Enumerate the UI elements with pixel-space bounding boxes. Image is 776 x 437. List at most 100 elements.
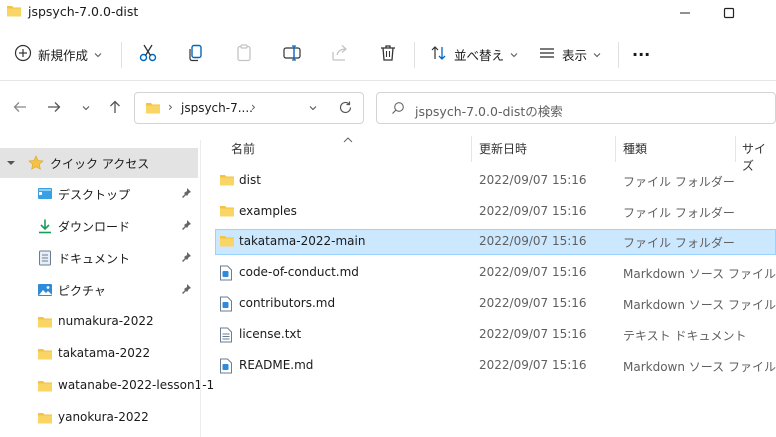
refresh-icon[interactable]	[338, 100, 353, 118]
file-date: 2022/09/07 15:16	[479, 234, 587, 248]
table-row[interactable]: takatama-2022-main 2022/09/07 15:16 ファイル…	[215, 229, 776, 255]
table-row[interactable]: license.txt 2022/09/07 15:16 テキスト ドキュメント	[215, 322, 776, 348]
chevron-down-icon	[510, 47, 518, 61]
table-row[interactable]: README.md 2022/09/07 15:16 Markdown ソース …	[215, 353, 776, 379]
chevron-down-icon[interactable]	[6, 157, 16, 171]
file-type: ファイル フォルダー	[623, 236, 735, 250]
table-row[interactable]: examples 2022/09/07 15:16 ファイル フォルダー	[215, 199, 776, 225]
sidebar-item-label: デスクトップ	[58, 188, 131, 202]
cut-button[interactable]	[138, 38, 158, 70]
folder-icon	[219, 173, 235, 190]
search-box[interactable]: jspsych-7.0.0-distの検索	[376, 92, 776, 124]
sidebar-item-folder[interactable]: watanabe-2022-lesson1-1	[0, 371, 214, 401]
folder-icon	[219, 234, 235, 251]
column-header-date[interactable]: 更新日時	[479, 140, 527, 157]
arrow-up-icon	[107, 99, 123, 118]
share-button[interactable]	[330, 38, 350, 70]
recent-locations-button[interactable]	[74, 96, 98, 120]
back-button[interactable]	[8, 96, 32, 120]
column-header-name[interactable]: 名前	[231, 140, 255, 157]
sidebar-item-folder[interactable]: takatama-2022	[0, 339, 198, 369]
arrow-left-icon	[12, 99, 28, 118]
table-row[interactable]: code-of-conduct.md 2022/09/07 15:16 Mark…	[215, 260, 776, 286]
column-separator[interactable]	[471, 136, 472, 162]
more-options-button[interactable]: ···	[632, 38, 650, 70]
arrow-right-icon	[46, 99, 62, 118]
chevron-down-icon	[94, 47, 102, 61]
up-button[interactable]	[103, 96, 127, 120]
markdown-file-icon	[219, 296, 233, 315]
file-date: 2022/09/07 15:16	[479, 265, 587, 279]
pin-icon[interactable]	[180, 187, 192, 202]
sidebar-item-label: クイック アクセス	[50, 157, 150, 171]
share-icon	[330, 43, 350, 66]
delete-button[interactable]	[378, 38, 398, 70]
sidebar-item-quick-access[interactable]: クイック アクセス	[0, 148, 198, 178]
sidebar-item-label: watanabe-2022-lesson1-1	[58, 378, 215, 392]
rename-icon	[282, 43, 302, 66]
breadcrumb-folder[interactable]: jspsych-7....	[181, 101, 253, 115]
file-type: テキスト ドキュメント	[623, 329, 747, 343]
picture-icon	[37, 282, 53, 301]
toolbar-divider	[0, 80, 776, 81]
sort-icon	[430, 44, 448, 65]
paste-button[interactable]	[234, 38, 254, 70]
title-bar: jspsych-7.0.0-dist	[0, 0, 776, 26]
column-header-type[interactable]: 種類	[623, 140, 647, 157]
scissors-icon	[138, 43, 158, 66]
toolbar-separator	[618, 42, 619, 68]
download-icon	[37, 218, 53, 237]
sidebar-item-documents[interactable]: ドキュメント	[0, 243, 198, 273]
sidebar-item-folder[interactable]: numakura-2022	[0, 307, 198, 337]
pin-icon[interactable]	[180, 251, 192, 266]
forward-button[interactable]	[42, 96, 66, 120]
file-date: 2022/09/07 15:16	[479, 204, 587, 218]
address-bar[interactable]: › jspsych-7.... ›	[134, 92, 364, 124]
sidebar-item-label: numakura-2022	[58, 314, 154, 328]
view-label: 表示	[562, 47, 588, 63]
view-button[interactable]: 表示	[538, 38, 601, 70]
sidebar-item-pictures[interactable]: ピクチャ	[0, 275, 198, 305]
plus-circle-icon	[14, 44, 32, 65]
toolbar-separator	[414, 42, 415, 68]
desktop-icon	[37, 186, 53, 205]
table-row[interactable]: dist 2022/09/07 15:16 ファイル フォルダー	[215, 168, 776, 194]
view-list-icon	[538, 44, 556, 65]
more-icon: ···	[632, 44, 651, 64]
chevron-down-icon	[593, 47, 601, 61]
address-history-button[interactable]	[308, 101, 318, 115]
file-name: dist	[239, 173, 261, 187]
sidebar-item-label: yanokura-2022	[58, 410, 149, 424]
file-date: 2022/09/07 15:16	[479, 296, 587, 310]
minimize-button[interactable]	[662, 0, 708, 26]
pin-icon[interactable]	[180, 219, 192, 234]
text-file-icon	[219, 327, 233, 346]
file-name: takatama-2022-main	[239, 234, 366, 248]
table-row[interactable]: contributors.md 2022/09/07 15:16 Markdow…	[215, 291, 776, 317]
toolbar-separator	[121, 42, 122, 68]
sort-button[interactable]: 並べ替え	[430, 38, 518, 70]
sidebar-item-folder[interactable]: yanokura-2022	[0, 403, 198, 433]
new-button[interactable]: 新規作成	[14, 38, 102, 70]
star-icon	[28, 155, 44, 174]
rename-button[interactable]	[282, 38, 302, 70]
file-name: contributors.md	[239, 296, 336, 310]
sidebar-item-downloads[interactable]: ダウンロード	[0, 211, 198, 241]
column-separator[interactable]	[735, 136, 736, 162]
column-separator[interactable]	[615, 136, 616, 162]
sidebar-item-label: ドキュメント	[58, 252, 131, 266]
sidebar-item-label: ピクチャ	[58, 284, 106, 298]
breadcrumb-chevron-icon: ›	[251, 100, 256, 114]
sidebar-item-desktop[interactable]: デスクトップ	[0, 179, 198, 209]
file-type: Markdown ソース ファイル	[623, 267, 776, 281]
sort-ascending-icon	[343, 132, 353, 146]
copy-button[interactable]	[186, 38, 206, 70]
window-title: jspsych-7.0.0-dist	[28, 4, 139, 19]
pin-icon[interactable]	[180, 283, 192, 298]
markdown-file-icon	[219, 358, 233, 377]
trash-icon	[378, 43, 398, 66]
maximize-button[interactable]	[706, 0, 752, 26]
sidebar-item-label: takatama-2022	[58, 346, 151, 360]
breadcrumb-chevron-icon: ›	[168, 100, 173, 114]
search-icon	[391, 101, 405, 118]
